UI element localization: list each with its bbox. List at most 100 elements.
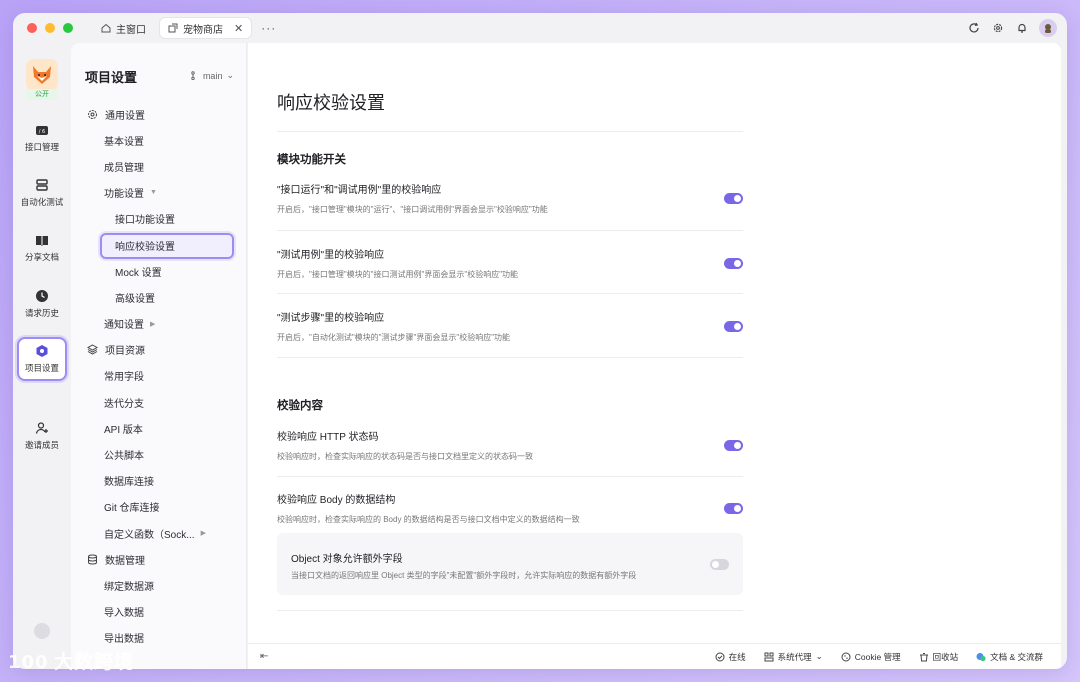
refresh-icon[interactable] bbox=[967, 21, 981, 35]
sidebar-item-public-scripts[interactable]: 公共脚本 bbox=[71, 441, 247, 467]
sidebar-item-mock-settings[interactable]: Mock 设置 bbox=[71, 258, 247, 284]
sidebar-item-label: 数据管理 bbox=[105, 555, 145, 567]
section-title-validation-content: 校验内容 bbox=[277, 400, 323, 412]
sidebar-item-label: Git 仓库连接 bbox=[104, 503, 160, 515]
setting-title: 校验响应 Body 的数据结构 bbox=[277, 495, 396, 506]
setting-body-structure-validation: 校验响应 Body 的数据结构 校验响应时，检查实际响应的 Body 的数据结构… bbox=[277, 491, 743, 525]
link-icon bbox=[168, 23, 178, 33]
window-controls bbox=[27, 23, 73, 33]
divider bbox=[277, 610, 743, 611]
toggle-switch[interactable] bbox=[724, 258, 743, 269]
rail-item-label: 项目设置 bbox=[24, 363, 59, 373]
status-label: 回收站 bbox=[932, 651, 959, 662]
sidebar-item-members[interactable]: 成员管理 bbox=[71, 153, 247, 179]
rail-item-shared-docs[interactable]: 分享文档 bbox=[17, 233, 67, 263]
sidebar-item-feature-settings[interactable]: 功能设置 ▼ bbox=[71, 180, 247, 206]
sidebar-item-api-versions[interactable]: API 版本 bbox=[71, 415, 247, 441]
sidebar-item-label: 响应校验设置 bbox=[115, 241, 175, 253]
rail-item-api-management[interactable]: / 6 接口管理 bbox=[17, 123, 67, 153]
recycle-bin[interactable]: 回收站 bbox=[919, 651, 959, 663]
caret-right-icon: ▶ bbox=[200, 530, 206, 538]
setting-description: 当接口文档的返回响应里 Object 类型的字段"未配置"额外字段时，允许实际响… bbox=[291, 571, 637, 580]
sidebar-item-advanced-settings[interactable]: 高级设置 bbox=[71, 284, 247, 310]
setting-http-status-validation: 校验响应 HTTP 状态码 校验响应时，检查实际响应的状态码是否与接口文档里定义… bbox=[277, 428, 743, 462]
system-proxy-menu[interactable]: 系统代理 ⌄ bbox=[764, 651, 823, 663]
watermark-logo-icon: 100 bbox=[8, 652, 48, 672]
cookie-management[interactable]: Cookie 管理 bbox=[841, 651, 901, 663]
sidebar-item-database-connections[interactable]: 数据库连接 bbox=[71, 468, 247, 494]
rail-item-automation[interactable]: 自动化测试 bbox=[17, 178, 67, 208]
minimize-window-button[interactable] bbox=[45, 23, 55, 33]
rail-avatar-placeholder[interactable] bbox=[34, 623, 50, 639]
svg-text:/ 6: / 6 bbox=[39, 129, 45, 135]
more-tabs-icon[interactable]: ··· bbox=[261, 21, 276, 35]
divider bbox=[277, 293, 743, 294]
setting-description: 校验响应时，检查实际响应的状态码是否与接口文档里定义的状态码一致 bbox=[277, 452, 533, 461]
sidebar-item-api-feature-settings[interactable]: 接口功能设置 bbox=[71, 206, 247, 232]
collapse-sidebar-icon[interactable]: ⇤ bbox=[260, 651, 268, 662]
sidebar-item-label: API 版本 bbox=[104, 424, 143, 436]
sidebar-title: 项目设置 bbox=[85, 70, 138, 85]
toggle-switch[interactable] bbox=[710, 559, 729, 570]
api-icon: / 6 bbox=[36, 126, 48, 135]
sidebar-item-label: 成员管理 bbox=[104, 162, 144, 174]
user-avatar[interactable] bbox=[1039, 19, 1057, 37]
close-icon[interactable]: ✕ bbox=[234, 22, 243, 35]
visibility-badge: 公开 bbox=[26, 89, 58, 100]
rail-item-request-history[interactable]: 请求历史 bbox=[17, 289, 67, 319]
clock-icon bbox=[36, 290, 48, 302]
rail-item-label: 接口管理 bbox=[24, 142, 59, 152]
divider bbox=[277, 357, 743, 358]
layers-icon bbox=[87, 344, 98, 355]
titlebar-actions bbox=[967, 19, 1057, 37]
sidebar-group-data-management[interactable]: 数据管理 bbox=[71, 546, 247, 572]
sidebar-item-label: 项目资源 bbox=[105, 346, 145, 358]
close-window-button[interactable] bbox=[27, 23, 37, 33]
sidebar-item-custom-functions[interactable]: 自定义函数（Sock... ▶ bbox=[71, 520, 247, 546]
tab-main-window[interactable]: 主窗口 bbox=[93, 18, 154, 38]
stack-icon bbox=[36, 179, 48, 191]
sidebar-item-label: 通用设置 bbox=[105, 110, 145, 122]
project-logo[interactable] bbox=[26, 59, 58, 91]
tab-pet-store[interactable]: 宠物商店 ✕ bbox=[160, 18, 252, 38]
sidebar-item-common-fields[interactable]: 常用字段 bbox=[71, 363, 247, 389]
sidebar-item-bind-datasource[interactable]: 绑定数据源 bbox=[71, 572, 247, 598]
sidebar-group-general[interactable]: 通用设置 bbox=[71, 101, 247, 127]
tab-label: 主窗口 bbox=[116, 24, 146, 36]
sidebar-item-basic-settings[interactable]: 基本设置 bbox=[71, 127, 247, 153]
branch-selector[interactable]: main ⌄ bbox=[191, 70, 234, 81]
app-window: 主窗口 宠物商店 ✕ ··· 公开 / 6 接口管理 自动化测试 分享文档 请求… bbox=[13, 13, 1067, 669]
status-label: Cookie 管理 bbox=[854, 651, 901, 662]
status-label: 在线 bbox=[728, 651, 746, 662]
sidebar-item-iteration-branches[interactable]: 迭代分支 bbox=[71, 389, 247, 415]
maximize-window-button[interactable] bbox=[63, 23, 73, 33]
chat-icon bbox=[976, 652, 986, 661]
divider bbox=[277, 476, 743, 477]
rail-item-invite-members[interactable]: 邀请成员 bbox=[17, 421, 67, 451]
toggle-switch[interactable] bbox=[724, 440, 743, 451]
sidebar-item-label: 基本设置 bbox=[104, 136, 144, 148]
sidebar-group-project-resources[interactable]: 项目资源 bbox=[71, 337, 247, 363]
gear-icon[interactable] bbox=[991, 21, 1005, 35]
left-rail: 公开 / 6 接口管理 自动化测试 分享文档 请求历史 项目设置 邀请成员 bbox=[13, 43, 71, 669]
sidebar-item-response-validation[interactable]: 响应校验设置 bbox=[71, 232, 247, 259]
status-bar-items: 在线 系统代理 ⌄ Cookie 管理 回收站 文档 & 交流群 bbox=[715, 651, 1043, 663]
online-status[interactable]: 在线 bbox=[715, 651, 746, 663]
toggle-switch[interactable] bbox=[724, 193, 743, 204]
sidebar-item-import-data[interactable]: 导入数据 bbox=[71, 599, 247, 625]
docs-and-community[interactable]: 文档 & 交流群 bbox=[976, 651, 1043, 663]
toggle-switch[interactable] bbox=[724, 503, 743, 514]
sidebar-item-git-connections[interactable]: Git 仓库连接 bbox=[71, 494, 247, 520]
sidebar-item-notification-settings[interactable]: 通知设置 ▶ bbox=[71, 311, 247, 337]
sidebar-item-label: 数据库连接 bbox=[104, 477, 154, 489]
rail-item-label: 分享文档 bbox=[24, 252, 59, 262]
status-label: 文档 & 交流群 bbox=[990, 651, 1043, 662]
sidebar-item-label: 导出数据 bbox=[104, 634, 144, 646]
setting-object-extra-fields: Object 对象允许额外字段 当接口文档的返回响应里 Object 类型的字段… bbox=[277, 533, 743, 595]
gear-icon bbox=[88, 109, 97, 119]
toggle-switch[interactable] bbox=[724, 321, 743, 332]
bell-icon[interactable] bbox=[1015, 21, 1029, 35]
home-icon bbox=[101, 23, 111, 33]
setting-test-step-validation: "测试步骤"里的校验响应 开启后，"自动化测试"模块的"测试步骤"界面会显示"校… bbox=[277, 309, 743, 343]
rail-item-project-settings[interactable]: 项目设置 bbox=[17, 337, 67, 381]
